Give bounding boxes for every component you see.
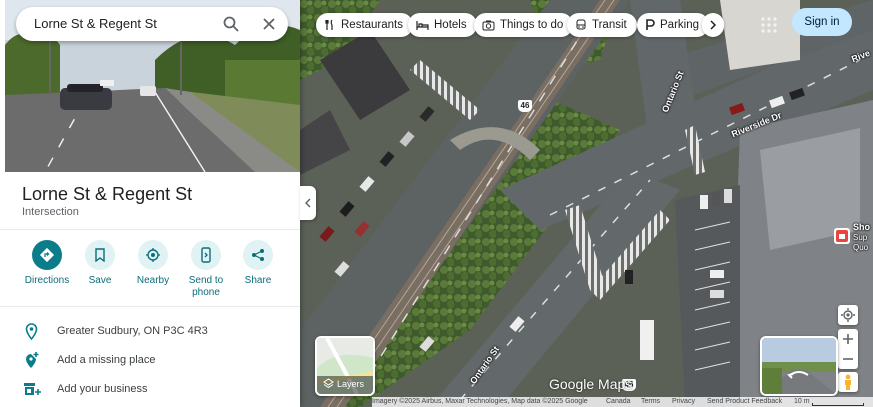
nearby-button[interactable]: Nearby — [125, 240, 181, 287]
add-business-icon — [24, 383, 41, 395]
privacy-link[interactable]: Privacy — [672, 398, 695, 405]
poi-label-shop-2: Sup — [853, 233, 868, 242]
save-label: Save — [88, 275, 112, 286]
nearby-icon — [146, 248, 160, 262]
directions-button[interactable]: Directions — [19, 240, 75, 287]
chip-restaurants-label: Restaurants — [341, 19, 404, 31]
chip-restaurants[interactable]: Restaurants — [316, 13, 414, 37]
highway-shield-46-upper: 46 — [518, 100, 532, 112]
chip-parking-label: Parking — [660, 19, 699, 31]
minus-icon — [843, 358, 853, 360]
layers-button[interactable]: Layers — [315, 336, 375, 396]
search-icon — [223, 16, 239, 32]
my-location-button[interactable] — [838, 305, 858, 325]
layers-label: Layers — [337, 379, 365, 389]
google-maps-logo: Google Maps — [549, 376, 633, 392]
place-title: Lorne St & Regent St — [22, 184, 193, 204]
address-text: Greater Sudbury, ON P3C 4R3 — [57, 325, 208, 337]
apps-grid-button[interactable] — [760, 16, 778, 34]
layers-icon — [323, 378, 334, 389]
chip-transit-label: Transit — [592, 19, 627, 31]
bus-icon — [576, 19, 586, 30]
plus-icon — [843, 334, 853, 344]
directions-icon — [39, 247, 55, 263]
chevron-left-icon — [305, 198, 311, 208]
add-missing-place-row[interactable]: Add a missing place — [22, 351, 292, 373]
poi-label-shop: Sho — [853, 222, 870, 232]
chevron-right-icon — [710, 20, 717, 30]
add-business-text: Add your business — [57, 383, 148, 395]
collapse-panel-button[interactable] — [300, 186, 316, 220]
add-business-row[interactable]: Add your business — [22, 380, 292, 402]
bookmark-icon — [95, 248, 105, 262]
clear-search-button[interactable] — [260, 15, 278, 33]
zoom-in-button[interactable] — [843, 329, 853, 349]
share-button[interactable]: Share — [230, 240, 286, 287]
chip-parking[interactable]: Parking — [637, 13, 709, 37]
share-label: Share — [244, 275, 272, 286]
poi-label-shop-3: Quo — [853, 243, 869, 252]
nearby-label: Nearby — [136, 275, 170, 286]
share-icon — [252, 249, 264, 261]
street-view-preview — [762, 338, 836, 394]
search-box[interactable]: Lorne St & Regent St — [16, 7, 288, 41]
zoom-controls — [838, 329, 858, 369]
scale-label[interactable]: 10 m — [794, 398, 810, 405]
pegman-icon — [845, 374, 851, 390]
terms-link[interactable]: Terms — [641, 398, 660, 405]
phone-icon — [201, 247, 211, 263]
chips-more-button[interactable] — [702, 13, 724, 37]
my-location-icon — [841, 308, 855, 322]
chip-hotels[interactable]: Hotels — [408, 13, 477, 37]
send-to-phone-button[interactable]: Send to phone — [178, 240, 234, 299]
feedback-link[interactable]: Send Product Feedback — [707, 398, 782, 405]
country-link[interactable]: Canada — [606, 398, 631, 405]
street-view-thumbnail[interactable] — [760, 336, 838, 396]
add-missing-place-text: Add a missing place — [57, 354, 156, 366]
attribution-bar: Imagery ©2025 Airbus, Maxar Technologies… — [372, 397, 873, 407]
search-button[interactable] — [222, 15, 240, 33]
close-icon — [263, 18, 275, 30]
bed-icon — [416, 21, 429, 30]
parking-icon — [646, 19, 655, 30]
chip-hotels-label: Hotels — [434, 19, 467, 31]
place-category: Intersection — [22, 206, 79, 218]
fork-knife-icon — [325, 19, 333, 30]
address-row[interactable]: Greater Sudbury, ON P3C 4R3 — [22, 322, 292, 344]
place-panel: Lorne St & Regent St Lorne St & Regent S… — [0, 0, 300, 407]
chip-transit[interactable]: Transit — [567, 13, 637, 37]
camera-icon — [482, 20, 495, 31]
apps-grid-icon — [761, 17, 777, 33]
shop-pin-icon[interactable] — [834, 228, 850, 244]
add-place-icon — [26, 352, 39, 368]
search-input[interactable]: Lorne St & Regent St — [34, 16, 157, 31]
pegman-button[interactable] — [838, 372, 858, 392]
divider — [0, 306, 300, 307]
chip-things-to-do[interactable]: Things to do — [474, 13, 574, 37]
divider — [0, 229, 300, 230]
imagery-attribution: Imagery ©2025 Airbus, Maxar Technologies… — [372, 398, 588, 405]
sign-in-button[interactable]: Sign in — [792, 8, 852, 36]
directions-label: Directions — [24, 275, 70, 286]
chip-things-to-do-label: Things to do — [500, 19, 564, 31]
send-to-phone-label: Send to phone — [188, 275, 224, 298]
save-button[interactable]: Save — [72, 240, 128, 287]
location-pin-icon — [25, 323, 38, 340]
scale-bar — [812, 403, 864, 406]
zoom-out-button[interactable] — [843, 349, 853, 369]
